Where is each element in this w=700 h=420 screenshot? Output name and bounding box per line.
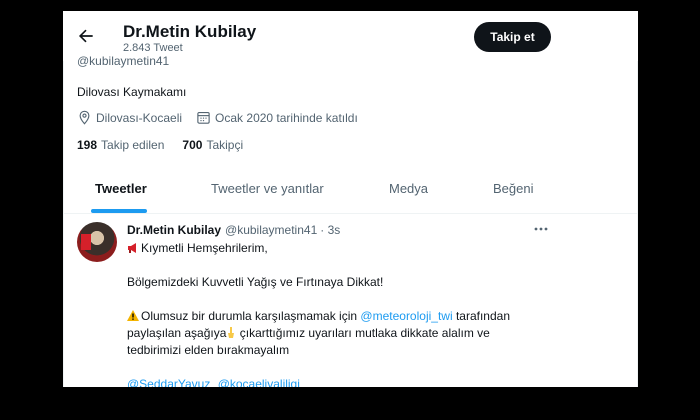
profile-tabs: Tweetler Tweetler ve yanıtlar Medya Beğe… (63, 163, 638, 214)
active-tab-indicator (91, 209, 147, 213)
arrow-left-icon[interactable] (76, 26, 96, 46)
megaphone-icon (128, 243, 136, 253)
tweet-text-3b: tarafından (452, 309, 510, 323)
profile-location: Dilovası-Kocaeli (96, 110, 183, 125)
tweet-line-3: Olumsuz bir durumla karşılaşmamak için @… (127, 309, 510, 323)
follow-button[interactable]: Takip et (474, 22, 551, 52)
tweet-count: 2.843 Tweet (123, 42, 183, 54)
tweet-header: Dr.Metin Kubilay @kubilaymetin41 · 3s (127, 223, 340, 237)
tab-tweetler-ve-yanitlar[interactable]: Tweetler ve yanıtlar (211, 163, 324, 213)
tweet-line-1: Kıymetli Hemşehrilerim, (127, 241, 268, 255)
profile-handle: @kubilaymetin41 (77, 54, 170, 68)
followers-label: Takipçi (206, 138, 244, 152)
followers-count: 700 (182, 138, 203, 152)
tweet-mentions: @SeddarYavuz @kocaelivaliligi (127, 377, 300, 387)
followers-link[interactable]: 700 Takipçi (182, 138, 243, 152)
tweet-time[interactable]: · 3s (320, 223, 340, 237)
follow-stats: 198 Takip edilen 700 Takipçi (77, 138, 261, 152)
following-link[interactable]: 198 Takip edilen (77, 138, 164, 152)
pointing-down-icon (228, 327, 235, 338)
mention-seddaryavuz[interactable]: @SeddarYavuz (127, 377, 210, 387)
profile-bio: Dilovası Kaymakamı (77, 85, 187, 99)
mention-kocaelivaliligi[interactable]: @kocaelivaliligi (218, 377, 300, 387)
tab-begeni[interactable]: Beğeni (493, 163, 533, 213)
tweet-author-handle[interactable]: @kubilaymetin41 (225, 223, 317, 237)
tweet-text-3a: Olumsuz bir durumla karşılaşmamak için (141, 309, 361, 323)
tweet-line-2: Bölgemizdeki Kuvvetli Yağış ve Fırtınaya… (127, 275, 384, 289)
location-pin-icon (79, 110, 90, 125)
tweet-greeting: Kıymetli Hemşehrilerim, (141, 241, 268, 255)
tweet-author-name[interactable]: Dr.Metin Kubilay (127, 223, 221, 237)
tweet-line-4: paylaşılan aşağıya çıkarttığımız uyarıla… (127, 326, 490, 340)
tweet-line-5: tedbirimizi elden bırakmayalım (127, 343, 290, 357)
warning-icon (127, 310, 139, 321)
tweet-text-4b: çıkarttığımız uyarıları mutlaka dikkate … (236, 326, 490, 340)
following-count: 198 (77, 138, 98, 152)
tweet-text-4a: paylaşılan aşağıya (127, 326, 227, 340)
mention-meteoroloji[interactable]: @meteoroloji_twi (360, 309, 452, 323)
tab-medya[interactable]: Medya (389, 163, 428, 213)
tab-tweetler[interactable]: Tweetler (95, 163, 147, 213)
following-label: Takip edilen (101, 138, 165, 152)
profile-meta: Dilovası-Kocaeli Ocak 2020 tarihinde kat… (77, 110, 358, 125)
more-icon[interactable] (533, 224, 549, 234)
profile-joined: Ocak 2020 tarihinde katıldı (215, 110, 358, 125)
profile-panel: Dr.Metin Kubilay 2.843 Tweet Takip et @k… (63, 11, 638, 387)
avatar[interactable] (77, 222, 117, 262)
header-name: Dr.Metin Kubilay (123, 22, 257, 41)
calendar-icon (197, 111, 210, 124)
